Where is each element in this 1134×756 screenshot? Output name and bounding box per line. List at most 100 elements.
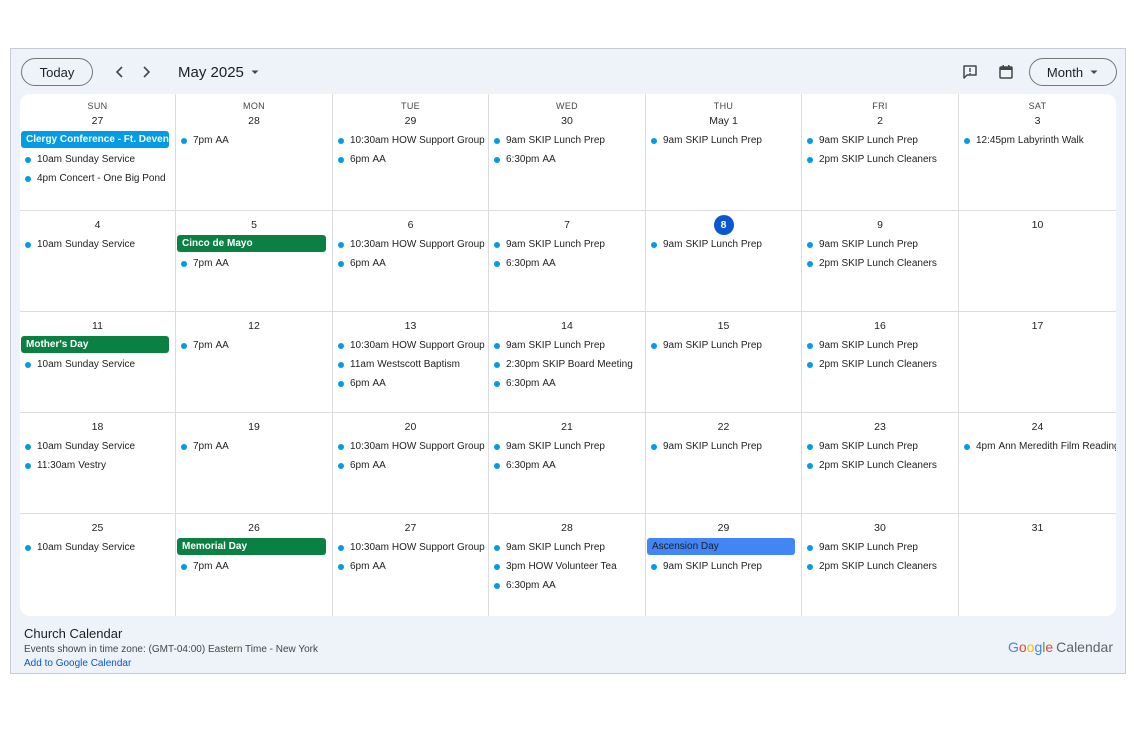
- date-number[interactable]: 30: [802, 522, 958, 534]
- agenda-view-button[interactable]: [994, 60, 1018, 84]
- timed-event[interactable]: 6:30pm AA: [489, 254, 645, 273]
- day-cell[interactable]: 14 9am SKIP Lunch Prep 2:30pm SKIP Board Mee…: [489, 312, 646, 413]
- date-number[interactable]: 28: [489, 522, 645, 534]
- day-cell[interactable]: TUE 29 10:30am HOW Support Group 6pm AA: [333, 94, 489, 211]
- timed-event[interactable]: 12:45pm Labyrinth Walk: [959, 131, 1116, 150]
- date-number[interactable]: 5: [176, 219, 332, 231]
- day-cell[interactable]: 11 Mother's Day 10am Sunday Service: [20, 312, 176, 413]
- date-number[interactable]: 11: [20, 320, 175, 332]
- timed-event[interactable]: 2:30pm SKIP Board Meeting: [489, 355, 645, 374]
- day-cell[interactable]: 17: [959, 312, 1116, 413]
- timed-event[interactable]: 4pm Ann Meredith Film Reading: [959, 437, 1116, 456]
- timed-event[interactable]: 7pm AA: [176, 557, 332, 576]
- timed-event[interactable]: 6pm AA: [333, 456, 488, 475]
- all-day-event[interactable]: Ascension Day: [647, 538, 795, 555]
- day-cell[interactable]: 28 9am SKIP Lunch Prep 3pm HOW Volunteer Tea…: [489, 514, 646, 616]
- date-number[interactable]: 25: [20, 522, 175, 534]
- timed-event[interactable]: 9am SKIP Lunch Prep: [802, 336, 958, 355]
- day-cell[interactable]: 21 9am SKIP Lunch Prep 6:30pm AA: [489, 413, 646, 514]
- timed-event[interactable]: 6:30pm AA: [489, 456, 645, 475]
- timed-event[interactable]: 10am Sunday Service: [20, 150, 175, 169]
- day-cell[interactable]: 23 9am SKIP Lunch Prep 2pm SKIP Lunch Cleane…: [802, 413, 959, 514]
- timed-event[interactable]: 7pm AA: [176, 336, 332, 355]
- timed-event[interactable]: 2pm SKIP Lunch Cleaners: [802, 254, 958, 273]
- view-selector[interactable]: Month: [1029, 58, 1117, 86]
- date-number[interactable]: 17: [959, 320, 1116, 332]
- timed-event[interactable]: 10am Sunday Service: [20, 538, 175, 557]
- day-cell[interactable]: SUN 27 Clergy Conference - Ft. Devens, MA 1…: [20, 94, 176, 211]
- timed-event[interactable]: 10:30am HOW Support Group: [333, 235, 488, 254]
- date-number[interactable]: 6: [333, 219, 488, 231]
- day-cell[interactable]: 31: [959, 514, 1116, 616]
- date-number[interactable]: 9: [802, 219, 958, 231]
- day-cell[interactable]: 12 7pm AA: [176, 312, 333, 413]
- date-number[interactable]: 28: [176, 115, 332, 127]
- timed-event[interactable]: 11:30am Vestry: [20, 456, 175, 475]
- day-cell[interactable]: FRI 2 9am SKIP Lunch Prep 2pm SKIP Lunch Clea…: [802, 94, 959, 211]
- timed-event[interactable]: 9am SKIP Lunch Prep: [489, 131, 645, 150]
- date-number[interactable]: 21: [489, 421, 645, 433]
- timed-event[interactable]: 2pm SKIP Lunch Cleaners: [802, 456, 958, 475]
- day-cell[interactable]: 25 10am Sunday Service: [20, 514, 176, 616]
- timed-event[interactable]: 9am SKIP Lunch Prep: [802, 437, 958, 456]
- date-number[interactable]: 16: [802, 320, 958, 332]
- all-day-event[interactable]: Cinco de Mayo: [177, 235, 326, 252]
- timed-event[interactable]: 6pm AA: [333, 557, 488, 576]
- date-number[interactable]: 30: [489, 115, 645, 127]
- date-number[interactable]: 22: [646, 421, 801, 433]
- timed-event[interactable]: 3pm HOW Volunteer Tea: [489, 557, 645, 576]
- timed-event[interactable]: 7pm AA: [176, 131, 332, 150]
- today-date-number[interactable]: 8: [646, 215, 801, 235]
- timed-event[interactable]: 6:30pm AA: [489, 576, 645, 595]
- all-day-event[interactable]: Clergy Conference - Ft. Devens, MA: [21, 131, 169, 148]
- day-cell[interactable]: 9 9am SKIP Lunch Prep 2pm SKIP Lunch Cleaner…: [802, 211, 959, 312]
- timed-event[interactable]: 6pm AA: [333, 254, 488, 273]
- timed-event[interactable]: 10:30am HOW Support Group: [333, 437, 488, 456]
- date-number[interactable]: 26: [176, 522, 332, 534]
- date-number[interactable]: 27: [20, 115, 175, 127]
- timed-event[interactable]: 9am SKIP Lunch Prep: [489, 336, 645, 355]
- date-number[interactable]: May 1: [646, 115, 801, 127]
- day-cell[interactable]: 26 Memorial Day 7pm AA: [176, 514, 333, 616]
- date-number[interactable]: 7: [489, 219, 645, 231]
- date-number[interactable]: 23: [802, 421, 958, 433]
- timed-event[interactable]: 9am SKIP Lunch Prep: [646, 235, 801, 254]
- date-number[interactable]: 18: [20, 421, 175, 433]
- month-picker[interactable]: May 2025: [178, 60, 260, 84]
- day-cell[interactable]: 8 9am SKIP Lunch Prep: [646, 211, 802, 312]
- date-number[interactable]: 29: [333, 115, 488, 127]
- day-cell[interactable]: 15 9am SKIP Lunch Prep: [646, 312, 802, 413]
- day-cell[interactable]: 5 Cinco de Mayo 7pm AA: [176, 211, 333, 312]
- day-cell[interactable]: 18 10am Sunday Service 11:30am Vestry: [20, 413, 176, 514]
- day-cell[interactable]: 20 10:30am HOW Support Group 6pm AA: [333, 413, 489, 514]
- date-number[interactable]: 3: [959, 115, 1116, 127]
- date-number[interactable]: 27: [333, 522, 488, 534]
- date-number[interactable]: 19: [176, 421, 332, 433]
- date-number[interactable]: 10: [959, 219, 1116, 231]
- timed-event[interactable]: 10:30am HOW Support Group: [333, 336, 488, 355]
- date-number[interactable]: 31: [959, 522, 1116, 534]
- timed-event[interactable]: 6pm AA: [333, 150, 488, 169]
- day-cell[interactable]: 7 9am SKIP Lunch Prep 6:30pm AA: [489, 211, 646, 312]
- day-cell[interactable]: 19 7pm AA: [176, 413, 333, 514]
- timed-event[interactable]: 10:30am HOW Support Group: [333, 538, 488, 557]
- timed-event[interactable]: 10am Sunday Service: [20, 235, 175, 254]
- timed-event[interactable]: 10am Sunday Service: [20, 437, 175, 456]
- timed-event[interactable]: 6:30pm AA: [489, 150, 645, 169]
- timed-event[interactable]: 7pm AA: [176, 254, 332, 273]
- timed-event[interactable]: 2pm SKIP Lunch Cleaners: [802, 557, 958, 576]
- timed-event[interactable]: 9am SKIP Lunch Prep: [646, 437, 801, 456]
- date-number[interactable]: 12: [176, 320, 332, 332]
- day-cell[interactable]: 29 Ascension Day 9am SKIP Lunch Prep: [646, 514, 802, 616]
- date-number[interactable]: 4: [20, 219, 175, 231]
- date-number[interactable]: 29: [646, 522, 801, 534]
- add-to-google-calendar-link[interactable]: Add to Google Calendar: [24, 658, 131, 669]
- day-cell[interactable]: 22 9am SKIP Lunch Prep: [646, 413, 802, 514]
- prev-month-button[interactable]: [108, 60, 132, 84]
- timed-event[interactable]: 9am SKIP Lunch Prep: [802, 235, 958, 254]
- date-number[interactable]: 13: [333, 320, 488, 332]
- date-number[interactable]: 24: [959, 421, 1116, 433]
- timed-event[interactable]: 2pm SKIP Lunch Cleaners: [802, 150, 958, 169]
- all-day-event[interactable]: Memorial Day: [177, 538, 326, 555]
- day-cell[interactable]: SAT 3 12:45pm Labyrinth Walk: [959, 94, 1116, 211]
